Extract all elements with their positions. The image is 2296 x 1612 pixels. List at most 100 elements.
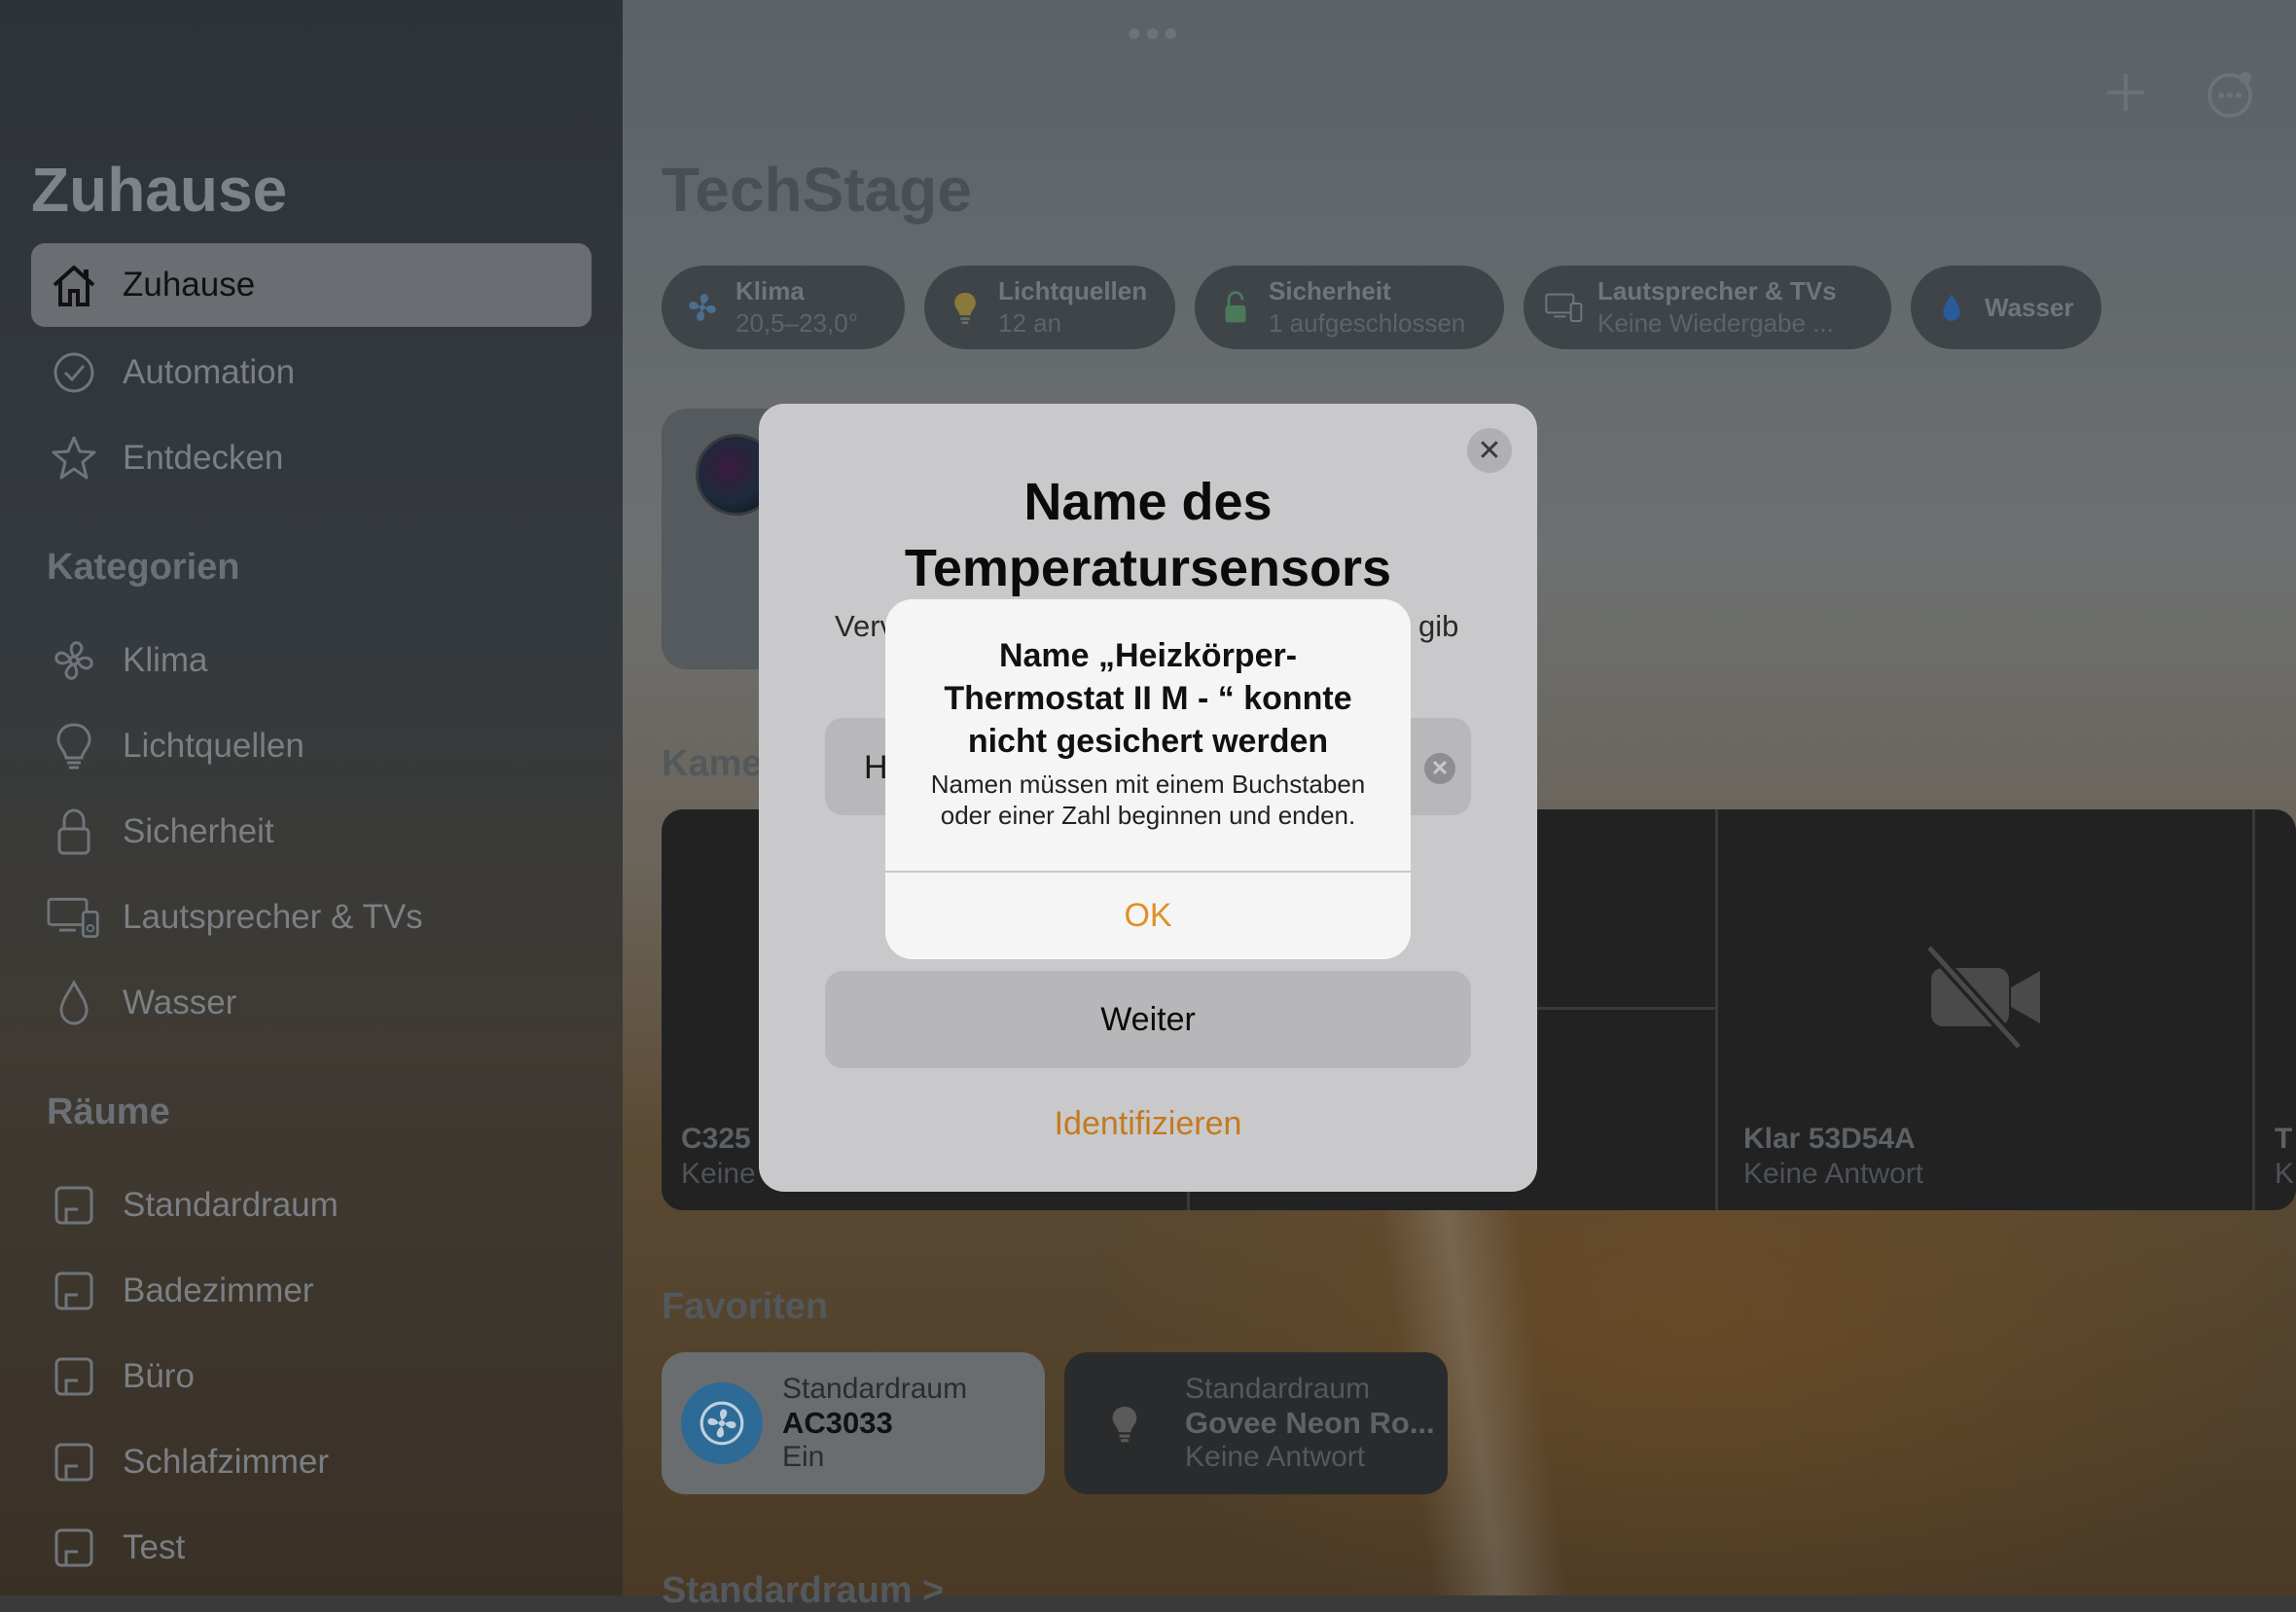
room-icon (47, 1521, 101, 1575)
alert-title-line: nicht gesichert werden (967, 723, 1329, 760)
sidebar-title: Zuhause (31, 155, 288, 225)
chip-klima[interactable]: Klima 20,5–23,0° (662, 266, 905, 349)
sidebar-item-standardraum[interactable]: Standardraum (31, 1164, 592, 1247)
tv-speaker-icon (1545, 288, 1584, 327)
chip-subtitle: Keine Wiedergabe ... (1597, 308, 1834, 338)
room-icon (47, 1435, 101, 1489)
sidebar-item-buero[interactable]: Büro (31, 1335, 592, 1418)
bulb-icon (47, 719, 101, 773)
sidebar-section-categories: Kategorien (47, 547, 240, 588)
favorite-name: Govee Neon Ro... (1185, 1406, 1435, 1440)
camera-status: K (2275, 1158, 2295, 1190)
camera-name: T (2275, 1123, 2293, 1155)
sidebar-item-label: Test (123, 1528, 186, 1566)
chip-title: Lichtquellen (998, 276, 1148, 305)
star-icon (47, 431, 101, 485)
sidebar-item-klima[interactable]: Klima (31, 619, 592, 702)
bulb-icon (1084, 1382, 1166, 1464)
sidebar-item-wasser[interactable]: Wasser (31, 961, 592, 1045)
more-options-icon[interactable] (2206, 70, 2255, 119)
home-icon (47, 258, 101, 312)
clear-input-icon[interactable]: ✕ (1424, 753, 1455, 784)
alert-title-line: Name „Heizkörper- (998, 637, 1298, 674)
alert-message: Namen müssen mit einem Buchstaben oder e… (885, 769, 1411, 831)
favorite-status: Ein (782, 1441, 825, 1473)
sidebar-item-label: Entdecken (123, 439, 284, 477)
sidebar-item-entdecken[interactable]: Entdecken (31, 416, 592, 500)
sidebar-item-label: Badezimmer (123, 1272, 314, 1309)
chip-title: Lautsprecher & TVs (1597, 276, 1837, 305)
favorite-room: Standardraum (1185, 1373, 1371, 1405)
chip-title: Wasser (1985, 292, 2074, 322)
sidebar: Zuhause Zuhause Automation Entdecken Kat… (0, 0, 623, 1595)
favorite-tile-govee[interactable]: Standardraum Govee Neon Ro... Keine Antw… (1064, 1352, 1448, 1494)
close-icon[interactable]: ✕ (1467, 428, 1512, 473)
alert-title: Name „Heizkörper- Thermostat II M - “ ko… (885, 634, 1411, 763)
fan-icon (681, 1382, 763, 1464)
drop-icon (47, 976, 101, 1030)
chip-subtitle: 1 aufgeschlossen (1269, 308, 1466, 338)
favorite-status: Keine Antwort (1185, 1441, 1366, 1473)
sidebar-item-sicherheit[interactable]: Sicherheit (31, 790, 592, 874)
camera-off-icon (1921, 943, 2048, 1056)
chip-title: Sicherheit (1269, 276, 1391, 305)
favorite-tile-ac3033[interactable]: Standardraum AC3033 Ein (662, 1352, 1045, 1494)
sidebar-item-test[interactable]: Test (31, 1506, 592, 1590)
chip-title: Klima (735, 276, 805, 305)
alert-message-line: oder einer Zahl beginnen und enden. (940, 801, 1356, 830)
chip-subtitle: 20,5–23,0° (735, 308, 859, 338)
sheet-title-line: Temperatursensors (904, 539, 1392, 597)
add-icon[interactable] (2101, 68, 2150, 117)
sidebar-item-label: Zuhause (123, 266, 256, 304)
camera-name: Klar 53D54A (1743, 1123, 1916, 1155)
multitasking-dots[interactable]: ●●● (1127, 18, 1181, 48)
sidebar-item-label: Lichtquellen (123, 727, 305, 765)
sheet-description-right: gib (1418, 609, 1459, 643)
continue-button[interactable]: Weiter (825, 971, 1471, 1068)
sidebar-item-lautsprecher-tvs[interactable]: Lautsprecher & TVs (31, 876, 592, 959)
sheet-title-line: Name des (1023, 473, 1273, 531)
sidebar-item-label: Lautsprecher & TVs (123, 898, 423, 936)
sidebar-item-automation[interactable]: Automation (31, 331, 592, 414)
sidebar-item-label: Klima (123, 641, 208, 679)
room-section-label[interactable]: Standardraum > (662, 1570, 944, 1612)
name-input-value: H (864, 749, 888, 786)
drop-icon (1932, 288, 1971, 327)
chip-subtitle: 12 an (998, 308, 1062, 338)
sidebar-item-label: Automation (123, 353, 296, 391)
ok-button[interactable]: OK (885, 873, 1411, 959)
identify-button[interactable]: Identifizieren (759, 1105, 1537, 1143)
room-icon (47, 1178, 101, 1233)
favorite-name: AC3033 (782, 1406, 893, 1440)
alert-message-line: Namen müssen mit einem Buchstaben (930, 770, 1366, 799)
chip-lichtquellen[interactable]: Lichtquellen 12 an (924, 266, 1175, 349)
sidebar-item-label: Sicherheit (123, 812, 274, 850)
camera-status: Keine (681, 1158, 756, 1190)
sidebar-item-label: Schlafzimmer (123, 1443, 329, 1481)
sidebar-item-label: Büro (123, 1357, 195, 1395)
bulb-icon (946, 288, 985, 327)
sidebar-section-rooms: Räume (47, 1092, 170, 1132)
error-alert: Name „Heizkörper- Thermostat II M - “ ko… (885, 599, 1411, 959)
fan-icon (47, 633, 101, 688)
room-icon (47, 1264, 101, 1318)
sidebar-item-schlafzimmer[interactable]: Schlafzimmer (31, 1420, 592, 1504)
lock-icon (47, 805, 101, 859)
sidebar-item-lichtquellen[interactable]: Lichtquellen (31, 704, 592, 788)
camera-status: Keine Antwort (1743, 1158, 1924, 1190)
sidebar-item-label: Wasser (123, 984, 237, 1021)
chip-lautsprecher-tvs[interactable]: Lautsprecher & TVs Keine Wiedergabe ... (1524, 266, 1891, 349)
tv-speaker-icon (47, 890, 101, 945)
home-title: TechStage (662, 155, 972, 225)
cameras-section-label: Kame (662, 743, 763, 784)
sidebar-item-badezimmer[interactable]: Badezimmer (31, 1249, 592, 1333)
chip-wasser[interactable]: Wasser (1911, 266, 2101, 349)
clock-icon (47, 345, 101, 400)
chip-sicherheit[interactable]: Sicherheit 1 aufgeschlossen (1195, 266, 1504, 349)
fan-icon (683, 288, 722, 327)
favorite-room: Standardraum (782, 1373, 968, 1405)
sidebar-item-label: Standardraum (123, 1186, 339, 1224)
sidebar-item-zuhause[interactable]: Zuhause (31, 243, 592, 327)
sheet-title: Name des Temperatursensors (759, 469, 1537, 601)
camera-name: C325 (681, 1123, 751, 1155)
